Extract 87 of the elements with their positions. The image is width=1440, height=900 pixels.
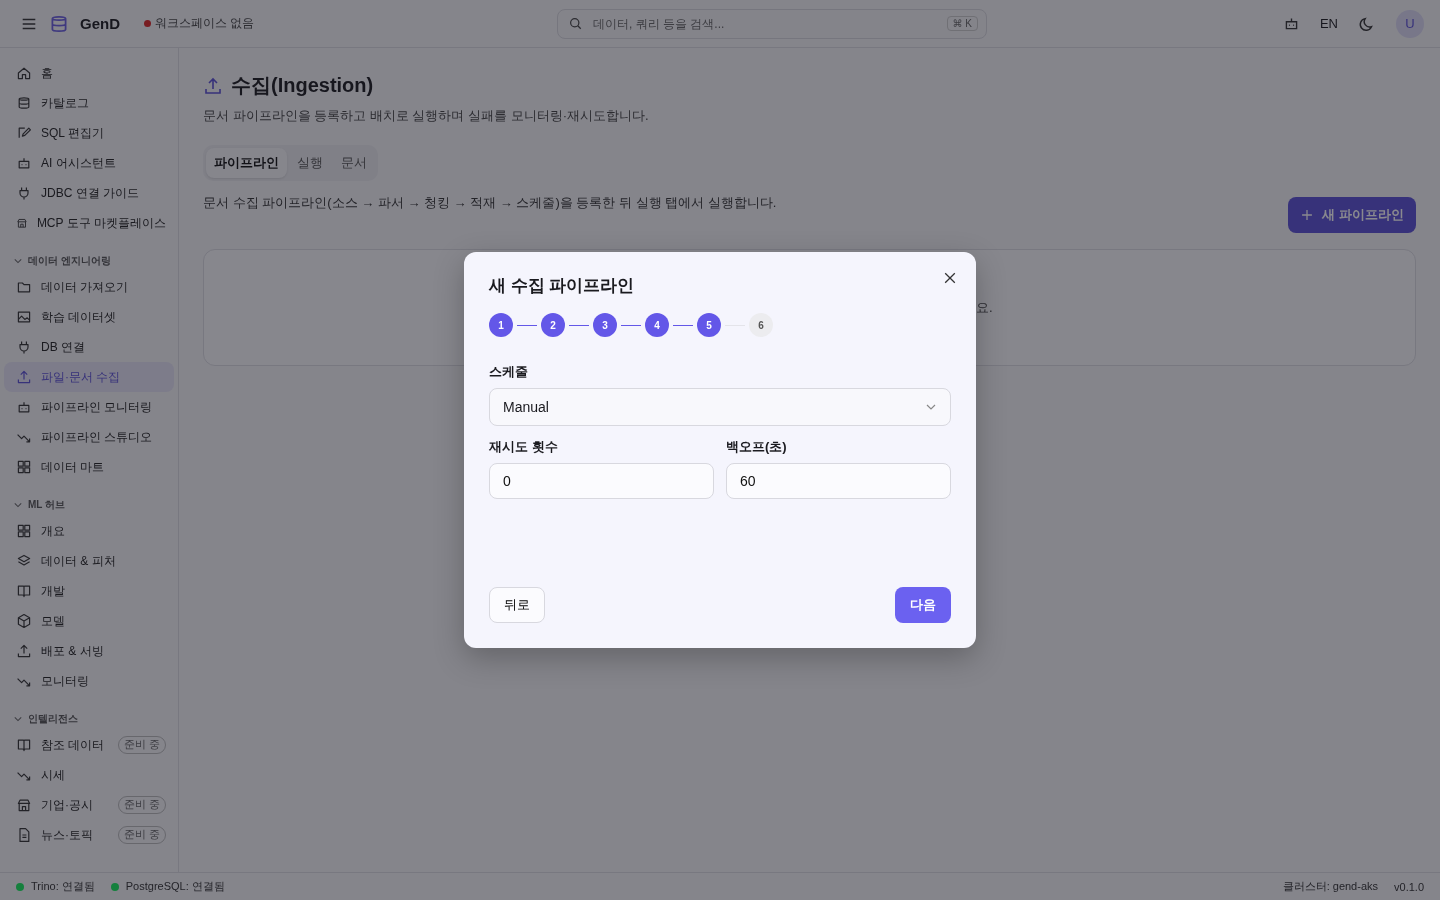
section-title: ML 허브 — [28, 498, 66, 512]
tab[interactable]: 파이프라인 — [206, 148, 287, 178]
step-indicator: 5 — [697, 313, 721, 337]
input-field[interactable]: 0 — [489, 463, 714, 499]
sidebar-item[interactable]: 파이프라인 모니터링 — [4, 392, 174, 422]
chevron-icon[interactable] — [14, 715, 22, 723]
sidebar-item[interactable]: 파일·문서 수집 — [4, 362, 174, 392]
tab[interactable]: 문서 — [333, 148, 375, 178]
sidebar-item[interactable]: 카탈로그 — [4, 88, 174, 118]
image-icon — [16, 309, 32, 325]
chevron-icon[interactable] — [14, 501, 22, 509]
folder-icon — [16, 279, 32, 295]
next-button[interactable]: 다음 — [895, 587, 951, 623]
sidebar-item[interactable]: MCP 도구 마켓플레이스 — [4, 208, 174, 238]
plug-icon — [16, 185, 32, 201]
robot-icon — [16, 155, 32, 171]
workspace-label[interactable]: 워크스페이스 없음 — [155, 15, 255, 32]
sidebar-item[interactable]: DB 연결 — [4, 332, 174, 362]
database-icon — [16, 95, 32, 111]
tab[interactable]: 실행 — [289, 148, 331, 178]
empty-state-text: 요. — [976, 299, 993, 317]
sidebar-item[interactable]: JDBC 연결 가이드 — [4, 178, 174, 208]
upload-icon — [203, 75, 223, 96]
grid-icon — [16, 523, 32, 539]
version-label: v0.1.0 — [1394, 880, 1424, 893]
chevron-icon[interactable] — [14, 257, 22, 265]
close-icon[interactable] — [942, 270, 958, 286]
new-pipeline-button[interactable]: 새 파이프라인 — [1288, 197, 1416, 233]
page-title: 수집(Ingestion) — [231, 73, 374, 98]
field-label: 스케줄 — [489, 363, 529, 381]
cube-icon — [16, 613, 32, 629]
document-icon — [16, 827, 32, 843]
sidebar-item[interactable]: 개발 — [4, 576, 174, 606]
sidebar-item[interactable]: 데이터 & 피처 — [4, 546, 174, 576]
plug-icon — [16, 339, 32, 355]
step-indicator: 4 — [645, 313, 669, 337]
sidebar-item[interactable]: 시세 — [4, 760, 174, 790]
step-indicator: 3 — [593, 313, 617, 337]
sidebar-item[interactable]: 홈 — [4, 58, 174, 88]
upload-icon — [16, 369, 32, 385]
plus-icon — [1300, 208, 1315, 222]
sidebar-item[interactable]: 개요 — [4, 516, 174, 546]
sidebar-item[interactable]: 파이프라인 스튜디오 — [4, 422, 174, 452]
robot-icon — [16, 399, 32, 415]
status-dot — [144, 20, 151, 27]
page-subtitle: 문서 파이프라인을 등록하고 배치로 실행하며 실패를 모니터링·재시도합니다. — [203, 107, 650, 125]
section-title: 인텔리전스 — [28, 712, 78, 726]
search-input[interactable]: 데이터, 쿼리 등을 검색... — [591, 15, 939, 32]
search-icon — [568, 16, 583, 31]
cluster-label: 클러스터: gend-aks — [1282, 879, 1379, 894]
sidebar-item[interactable]: 데이터 마트 — [4, 452, 174, 482]
sidebar-item[interactable]: 배포 & 서빙 — [4, 636, 174, 666]
user-avatar[interactable]: U — [1396, 9, 1424, 38]
shortcut-hint: ⌘ K — [946, 16, 978, 31]
dialog-title: 새 수집 파이프라인 — [489, 275, 636, 297]
sidebar-item[interactable]: 모니터링 — [4, 666, 174, 696]
connection-status: PostgreSQL: 연결됨 — [125, 879, 225, 894]
sidebar-item[interactable]: 모델 — [4, 606, 174, 636]
search-field[interactable]: 데이터, 쿼리 등을 검색... ⌘ K — [557, 8, 987, 39]
field-label: 재시도 횟수 — [489, 438, 559, 456]
grid-icon — [16, 459, 32, 475]
description-text: 문서 수집 파이프라인(소스 → 파서 → 청킹 → 적재 → 스케줄)을 등록한 뒤 실행 탭에서 실행합니다. — [203, 194, 777, 212]
sidebar-item[interactable]: 데이터 가져오기 — [4, 272, 174, 302]
chevron-icon — [926, 402, 936, 412]
sidebar-item[interactable]: 참조 데이터 준비 중 — [4, 730, 174, 760]
sidebar-item[interactable]: AI 어시스턴트 — [4, 148, 174, 178]
upload-icon — [16, 643, 32, 659]
book-icon — [16, 583, 32, 599]
sidebar-item[interactable]: SQL 편집기 — [4, 118, 174, 148]
store-icon — [16, 797, 32, 813]
sidebar-item[interactable]: 뉴스·토픽 준비 중 — [4, 820, 174, 850]
brand-name: GenD — [80, 15, 120, 32]
book-icon — [16, 737, 32, 753]
step-indicator: 1 — [489, 313, 513, 337]
field-label: 백오프(초) — [726, 438, 788, 456]
pencil-icon — [16, 125, 32, 141]
language-button[interactable]: EN — [1319, 16, 1338, 31]
section-title: 데이터 엔지니어링 — [28, 254, 111, 268]
step-indicator: 6 — [749, 313, 773, 337]
sidebar-item[interactable]: 기업·공시 준비 중 — [4, 790, 174, 820]
back-button[interactable]: 뒤로 — [489, 587, 545, 623]
step-indicator: 2 — [541, 313, 565, 337]
input-field[interactable]: 60 — [726, 463, 951, 499]
sidebar-item[interactable]: 학습 데이터셋 — [4, 302, 174, 332]
house-icon — [16, 65, 32, 81]
schedule-dropdown[interactable]: Manual — [489, 388, 951, 426]
connection-status: Trino: 연결됨 — [31, 879, 95, 894]
